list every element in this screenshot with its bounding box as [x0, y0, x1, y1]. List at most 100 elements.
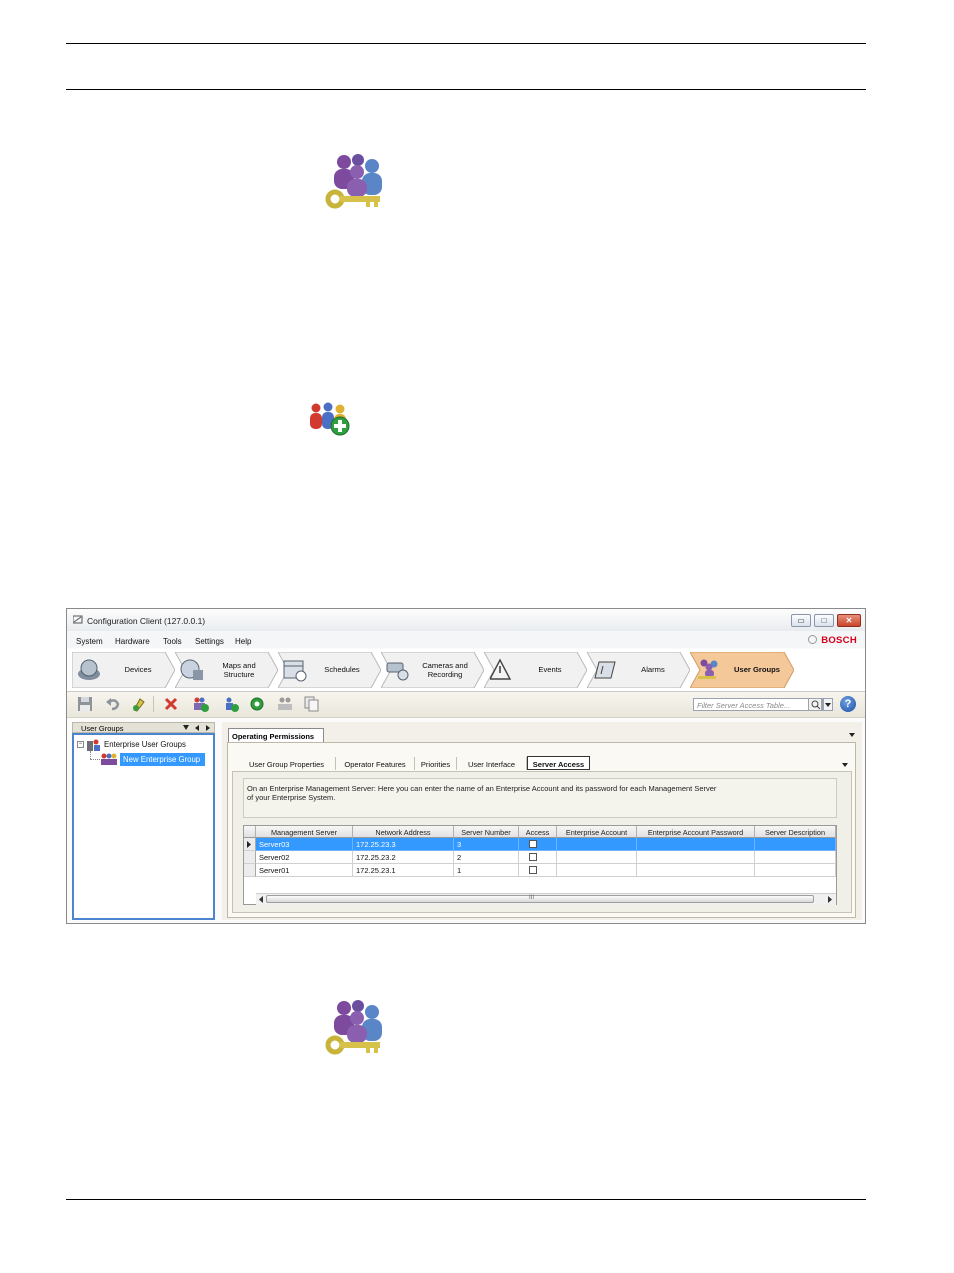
footer-rule [66, 1199, 866, 1200]
scrollbar-thumb[interactable]: III [266, 895, 814, 903]
access-checkbox[interactable] [529, 866, 537, 874]
help-button[interactable]: ? [840, 696, 856, 712]
row-header-current[interactable] [244, 838, 256, 851]
menu-tools[interactable]: Tools [163, 637, 182, 646]
close-button[interactable]: ✕ [837, 614, 861, 627]
menu-help[interactable]: Help [235, 637, 251, 646]
user-groups-key-icon [325, 1000, 382, 1055]
user-groups-icon [698, 659, 718, 679]
row-header[interactable] [244, 851, 256, 864]
menu-system[interactable]: System [76, 637, 103, 646]
filter-dropdown-icon[interactable] [823, 698, 833, 711]
collapse-icon[interactable]: − [77, 741, 84, 748]
column-header-enterprise-account-password[interactable]: Enterprise Account Password [637, 826, 755, 838]
column-header-management-server[interactable]: Management Server [256, 826, 353, 838]
tab-operator-features[interactable]: Operator Features [336, 757, 415, 770]
nav-tab-devices[interactable]: Devices [72, 652, 175, 688]
cameras-icon [386, 662, 409, 681]
panel-dropdown-icon[interactable] [848, 732, 856, 738]
column-header-access[interactable]: Access [519, 826, 557, 838]
nav-tab-user-groups[interactable]: User Groups [690, 652, 794, 688]
permissions-panel: Operating Permissions User Group Propert… [222, 722, 862, 920]
nav-tab-events[interactable]: Events [484, 652, 587, 688]
scroll-right-icon[interactable] [826, 895, 834, 904]
filter-input[interactable]: Filter Server Access Table... [693, 698, 823, 711]
navigation-bar: Devices Maps and Structure Schedules Cam… [67, 649, 865, 692]
menu-hardware[interactable]: Hardware [115, 637, 150, 646]
cell-network-address[interactable]: 172.25.23.1 [353, 864, 454, 877]
column-header-server-description[interactable]: Server Description [755, 826, 836, 838]
nav-tab-schedules[interactable]: Schedules [278, 652, 381, 688]
cell-server-description[interactable] [755, 851, 836, 864]
user-groups-tree: − Enterprise User Groups New Enterprise … [72, 733, 215, 920]
cell-server-number[interactable]: 1 [454, 864, 519, 877]
tab-priorities[interactable]: Priorities [415, 757, 457, 770]
cell-enterprise-account-password[interactable] [637, 838, 755, 851]
server-access-description: On an Enterprise Management Server: Here… [243, 778, 837, 818]
cell-enterprise-account[interactable] [557, 838, 637, 851]
cell-management-server[interactable]: Server02 [256, 851, 353, 864]
cell-server-number[interactable]: 3 [454, 838, 519, 851]
events-icon [490, 658, 512, 680]
table-row[interactable]: Server03 172.25.23.3 3 [256, 838, 836, 851]
column-header-network-address[interactable]: Network Address [353, 826, 454, 838]
undo-icon[interactable] [105, 696, 121, 712]
tab-server-access[interactable]: Server Access [527, 756, 590, 770]
access-checkbox[interactable] [529, 853, 537, 861]
nav-tab-events-label: Events [538, 665, 562, 674]
nav-tab-maps[interactable]: Maps and Structure [175, 652, 278, 688]
activate-icon[interactable] [131, 696, 147, 712]
header-rule-bottom [66, 89, 866, 90]
tab-user-interface[interactable]: User Interface [457, 757, 527, 770]
tab-operating-permissions[interactable]: Operating Permissions [228, 728, 324, 742]
tab-user-group-properties[interactable]: User Group Properties [238, 757, 336, 770]
new-user-group-icon-small[interactable] [193, 696, 209, 712]
cell-enterprise-account-password[interactable] [637, 851, 755, 864]
toolbar: Filter Server Access Table... ? [67, 692, 865, 718]
column-header-server-number[interactable]: Server Number [454, 826, 519, 838]
header-rule-top [66, 43, 866, 44]
cell-enterprise-account-password[interactable] [637, 864, 755, 877]
cell-management-server[interactable]: Server01 [256, 864, 353, 877]
subtab-dropdown-icon[interactable] [841, 762, 849, 768]
column-header-enterprise-account[interactable]: Enterprise Account [557, 826, 637, 838]
tree-connector [90, 759, 100, 761]
new-enterprise-access-icon[interactable] [249, 696, 265, 712]
tree-connector [90, 751, 92, 759]
panel-nav-arrows-icon[interactable] [182, 724, 212, 732]
cell-server-description[interactable] [755, 838, 836, 851]
copy-icon[interactable] [303, 696, 319, 712]
maximize-button[interactable]: □ [814, 614, 834, 627]
new-enterprise-group-icon [101, 753, 117, 765]
search-icon[interactable] [808, 698, 822, 711]
server-access-table: Management Server Network Address Server… [243, 825, 837, 905]
access-checkbox[interactable] [529, 840, 537, 848]
cell-access [519, 851, 557, 864]
cell-enterprise-account[interactable] [557, 864, 637, 877]
cell-network-address[interactable]: 172.25.23.3 [353, 838, 454, 851]
cell-server-number[interactable]: 2 [454, 851, 519, 864]
dual-authorization-icon[interactable] [277, 696, 293, 712]
menu-settings[interactable]: Settings [195, 637, 224, 646]
nav-tab-schedules-label: Schedules [324, 665, 360, 674]
new-user-group-icon [310, 402, 350, 436]
scroll-left-icon[interactable] [257, 895, 265, 904]
tree-item-enterprise-user-groups[interactable]: − Enterprise User Groups [77, 739, 207, 751]
nav-tab-devices-label: Devices [124, 665, 152, 674]
cell-enterprise-account[interactable] [557, 851, 637, 864]
user-groups-key-icon [325, 154, 382, 209]
cell-management-server[interactable]: Server03 [256, 838, 353, 851]
delete-icon[interactable] [163, 696, 179, 712]
tree-item-new-enterprise-group[interactable]: New Enterprise Group [100, 753, 206, 766]
horizontal-scrollbar[interactable]: III [256, 893, 836, 905]
nav-tab-cameras[interactable]: Cameras and Recording [381, 652, 484, 688]
table-row[interactable]: Server01 172.25.23.1 1 [256, 864, 836, 877]
save-icon[interactable] [77, 696, 93, 712]
nav-tab-alarms[interactable]: Alarms [587, 652, 690, 688]
minimize-button[interactable]: ▭ [791, 614, 811, 627]
new-enterprise-group-icon[interactable] [223, 696, 239, 712]
cell-network-address[interactable]: 172.25.23.2 [353, 851, 454, 864]
cell-server-description[interactable] [755, 864, 836, 877]
table-row[interactable]: Server02 172.25.23.2 2 [256, 851, 836, 864]
row-header[interactable] [244, 864, 256, 877]
